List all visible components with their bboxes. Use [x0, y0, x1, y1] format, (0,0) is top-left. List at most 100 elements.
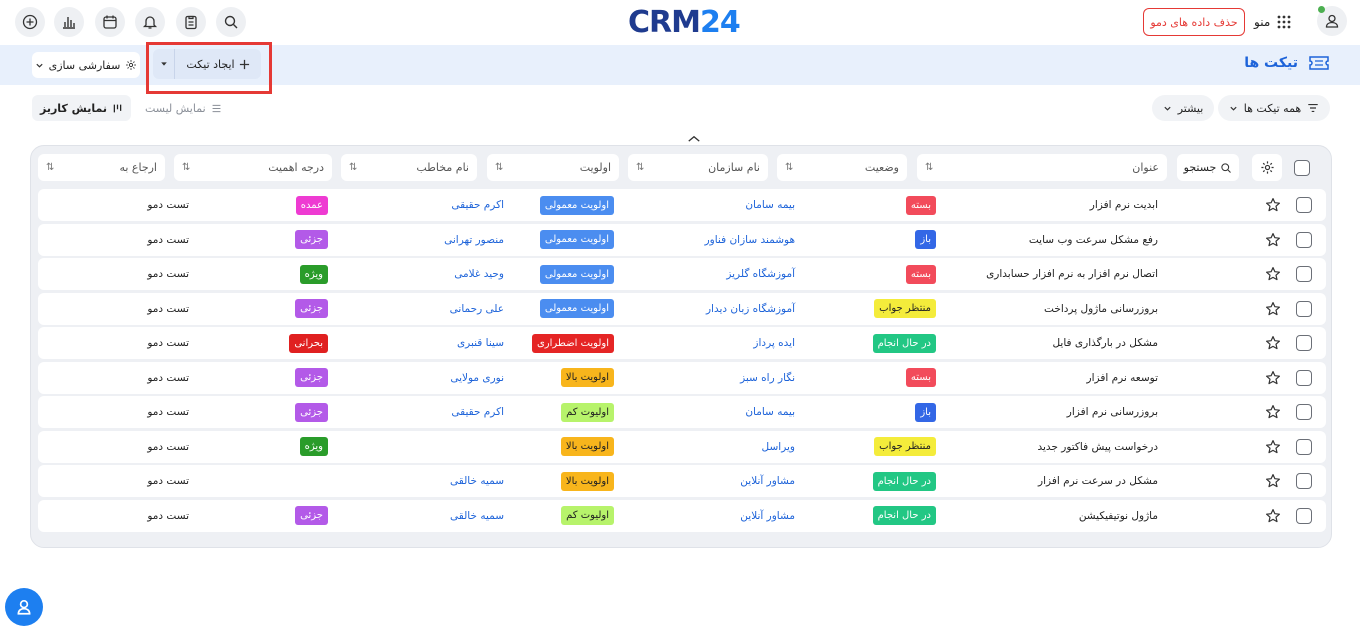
star-icon[interactable] — [1264, 465, 1282, 497]
menu-label: منو — [1254, 15, 1271, 29]
table-search-button[interactable]: جستجو — [1177, 154, 1239, 181]
contact-link[interactable]: سمیه خالقی — [450, 500, 504, 532]
caret-down-icon[interactable] — [153, 49, 175, 79]
contact-link[interactable]: منصور تهرانی — [444, 224, 504, 256]
ticket-title[interactable]: بروزرسانی نرم افزار — [1067, 396, 1158, 428]
table-row[interactable]: اتصال نرم افزار به نرم افزار حسابداری بست… — [38, 258, 1326, 290]
organization-link[interactable]: آموزشگاه زبان دیدار — [706, 293, 795, 325]
row-checkbox[interactable] — [1296, 404, 1312, 420]
row-checkbox-cell — [1296, 500, 1312, 532]
priority-cell: اولویت معمولی — [534, 293, 614, 325]
star-icon[interactable] — [1264, 224, 1282, 256]
ticket-title[interactable]: مشکل در سرعت نرم افزار — [1038, 465, 1158, 497]
organization-link[interactable]: نگار راه سبز — [740, 362, 795, 394]
status-badge: بسته — [905, 195, 936, 215]
row-checkbox[interactable] — [1296, 300, 1312, 317]
priority-cell: اولویت معمولی — [534, 189, 614, 221]
ticket-title[interactable]: درخواست پیش فاکتور جدید — [1038, 431, 1159, 463]
search-icon[interactable] — [216, 7, 246, 37]
ticket-title[interactable]: ماژول نوتیفیکیشن — [1079, 500, 1158, 532]
star-icon[interactable] — [1264, 258, 1282, 290]
star-icon[interactable] — [1264, 189, 1282, 221]
table-row[interactable]: ابدیت نرم افزار بسته بیمه سامان اولویت معمو… — [38, 189, 1326, 221]
column-header-referred-to[interactable]: ارجاع به ⇅ — [38, 154, 165, 181]
row-checkbox[interactable] — [1296, 369, 1312, 386]
row-checkbox[interactable] — [1296, 438, 1312, 455]
calendar-icon[interactable] — [95, 7, 125, 37]
contact-link[interactable]: سمیه خالقی — [450, 465, 504, 497]
row-checkbox[interactable] — [1296, 473, 1312, 489]
organization-link[interactable]: مشاور آنلاین — [740, 465, 795, 497]
kanban-view-button[interactable]: نمایش کاریز — [32, 95, 131, 121]
table-row[interactable]: ماژول نوتیفیکیشن در حال انجام مشاور آنلاین… — [38, 499, 1326, 532]
star-icon[interactable] — [1264, 500, 1282, 532]
organization-link[interactable]: ویراسل — [762, 431, 795, 463]
star-icon[interactable] — [1264, 362, 1282, 394]
column-header-priority[interactable]: اولویت ⇅ — [487, 154, 619, 181]
create-ticket-button[interactable]: ایجاد تیکت — [153, 49, 261, 79]
all-tickets-filter[interactable]: همه تیکت ها — [1218, 95, 1330, 121]
star-icon[interactable] — [1264, 431, 1282, 463]
row-checkbox[interactable] — [1296, 335, 1312, 351]
column-header-title[interactable]: عنوان ⇅ — [917, 154, 1167, 181]
table-settings-button[interactable] — [1252, 154, 1282, 181]
contact-link[interactable]: سینا قنبری — [457, 327, 504, 359]
create-ticket-main[interactable]: ایجاد تیکت — [175, 58, 261, 71]
contact-link[interactable]: علی رحمانی — [450, 293, 504, 325]
contact-link[interactable]: اکرم حقیقی — [451, 189, 504, 221]
column-header-organization[interactable]: نام سازمان ⇅ — [628, 154, 768, 181]
organization-link[interactable]: آموزشگاه گلریز — [726, 258, 795, 290]
column-header-status[interactable]: وضعیت ⇅ — [777, 154, 907, 181]
priority-cell: اولویت بالا — [534, 465, 614, 497]
star-icon[interactable] — [1264, 293, 1282, 325]
row-checkbox[interactable] — [1296, 507, 1312, 524]
table-row[interactable]: بروزرسانی ماژول پرداخت منتظر جواب آموزشگاه… — [38, 292, 1326, 325]
row-checkbox[interactable] — [1296, 197, 1312, 213]
grid-icon — [1277, 15, 1291, 29]
support-chat-button[interactable] — [5, 588, 43, 626]
table-row[interactable]: بروزرسانی نرم افزار باز بیمه سامان اولیوت ک… — [38, 396, 1326, 428]
list-view-button[interactable]: نمایش لیست — [137, 95, 230, 121]
ticket-title[interactable]: مشکل در بارگذاری فایل — [1052, 327, 1158, 359]
table-row[interactable]: توسعه نرم افزار بسته نگار راه سبز اولویت با… — [38, 361, 1326, 394]
customize-button[interactable]: سفارشی سازی — [32, 52, 140, 78]
contact-link[interactable]: وحید غلامی — [454, 258, 504, 290]
row-checkbox[interactable] — [1296, 231, 1312, 248]
organization-link[interactable]: ایده پرداز — [753, 327, 795, 359]
star-icon[interactable] — [1264, 327, 1282, 359]
table-row[interactable]: مشکل در سرعت نرم افزار در حال انجام مشاور … — [38, 465, 1326, 497]
importance-cell: بحرانی — [289, 327, 328, 359]
column-header-contact[interactable]: نام مخاطب ⇅ — [341, 154, 477, 181]
ticket-title[interactable]: اتصال نرم افزار به نرم افزار حسابداری — [986, 258, 1158, 290]
table-row[interactable]: مشکل در بارگذاری فایل در حال انجام ایده پر… — [38, 327, 1326, 359]
table-row[interactable]: درخواست پیش فاکتور جدید منتظر جواب ویراسل ا… — [38, 430, 1326, 463]
ticket-title[interactable]: بروزرسانی ماژول پرداخت — [1044, 293, 1158, 325]
user-avatar[interactable] — [1317, 6, 1347, 36]
menu-button[interactable]: منو — [1254, 8, 1308, 36]
delete-demo-data-button[interactable]: حذف داده های دمو — [1143, 8, 1245, 36]
organization-link[interactable]: هوشمند سازان فناور — [705, 224, 795, 256]
table-row[interactable]: رفع مشکل سرعت وب سایت باز هوشمند سازان فنا… — [38, 223, 1326, 256]
importance-cell: ویژه — [292, 258, 328, 290]
collapse-chevron-up-icon[interactable] — [682, 130, 706, 146]
row-checkbox[interactable] — [1296, 266, 1312, 282]
contact-link[interactable]: نوری مولایی — [450, 362, 504, 394]
bell-icon[interactable] — [135, 7, 165, 37]
importance-cell: جزئی — [292, 293, 328, 325]
ticket-title[interactable]: ابدیت نرم افزار — [1090, 189, 1158, 221]
chart-icon[interactable] — [54, 7, 84, 37]
add-icon[interactable] — [15, 7, 45, 37]
priority-cell: اولویت بالا — [534, 431, 614, 463]
more-button[interactable]: بیشتر — [1152, 95, 1214, 121]
status-badge: باز — [915, 230, 936, 249]
ticket-title[interactable]: رفع مشکل سرعت وب سایت — [1029, 224, 1158, 256]
select-all-checkbox[interactable] — [1294, 160, 1310, 176]
organization-link[interactable]: بیمه سامان — [745, 396, 795, 428]
star-icon[interactable] — [1264, 396, 1282, 428]
column-header-importance[interactable]: درجه اهمیت ⇅ — [174, 154, 332, 181]
organization-link[interactable]: بیمه سامان — [745, 189, 795, 221]
ticket-title[interactable]: توسعه نرم افزار — [1087, 362, 1158, 394]
contact-link[interactable]: اکرم حقیقی — [451, 396, 504, 428]
clipboard-icon[interactable] — [176, 7, 206, 37]
organization-link[interactable]: مشاور آنلاین — [740, 500, 795, 532]
